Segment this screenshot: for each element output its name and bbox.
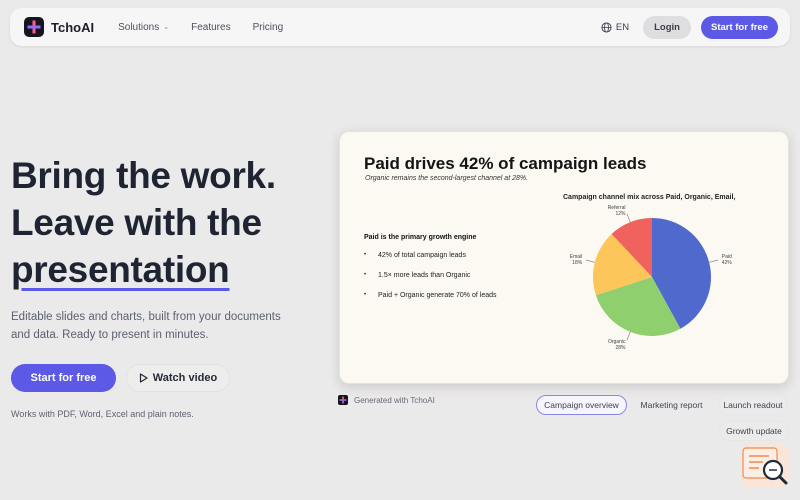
chip-launch-readout[interactable]: Launch readout xyxy=(718,395,788,415)
menu-features[interactable]: Features xyxy=(191,22,230,33)
pie-leader-line xyxy=(626,331,631,341)
slide-title: Paid drives 42% of campaign leads xyxy=(364,154,647,173)
generated-note: Generated with TchoAI xyxy=(338,395,435,405)
brand-name[interactable]: TchoAI xyxy=(51,20,94,35)
menu-solutions-label: Solutions xyxy=(118,21,160,33)
globe-icon xyxy=(601,21,612,33)
bullet-text: Paid + Organic generate 70% of leads xyxy=(378,292,497,299)
hero-title-line1: Bring the work. xyxy=(11,155,276,196)
bullet-text: 1.5× more leads than Organic xyxy=(378,272,471,279)
main-menu: Solutions ⌄ Features Pricing xyxy=(118,22,283,33)
slide-bullets: • 42% of total campaign leads • 1.5× more … xyxy=(364,252,497,312)
chip-marketing-report[interactable]: Marketing report xyxy=(632,395,711,415)
menu-solutions[interactable]: Solutions ⌄ xyxy=(118,22,169,33)
top-nav: TchoAI Solutions ⌄ Features Pricing EN Lo… xyxy=(10,8,790,46)
slide-subtitle: Organic remains the second-largest chann… xyxy=(365,175,529,182)
pie-value-label: 28% xyxy=(615,345,626,351)
pie-value-label: 12% xyxy=(615,211,626,217)
help-widget-icon[interactable] xyxy=(741,444,789,488)
hero-title: Bring the work. Leave with the presentat… xyxy=(11,152,276,293)
list-item: • 1.5× more leads than Organic xyxy=(364,272,497,292)
watch-video-button[interactable]: Watch video xyxy=(126,364,230,392)
start-free-button[interactable]: Start for free xyxy=(11,364,116,392)
menu-pricing[interactable]: Pricing xyxy=(253,22,284,33)
list-item: • Paid + Organic generate 70% of leads xyxy=(364,292,497,312)
nav-actions: EN Login Start for free xyxy=(601,15,778,39)
language-selector[interactable]: EN xyxy=(601,22,629,33)
bullet-icon: • xyxy=(364,292,367,298)
pie-leader-line xyxy=(586,259,595,263)
bullet-icon: • xyxy=(364,252,367,258)
hero-title-line3: presentation xyxy=(11,249,230,290)
hero-title-line2: Leave with the xyxy=(11,202,262,243)
chevron-down-icon: ⌄ xyxy=(163,24,170,31)
works-with-note: Works with PDF, Word, Excel and plain no… xyxy=(11,409,194,419)
hero-subtitle: Editable slides and charts, built from y… xyxy=(11,311,281,341)
play-icon xyxy=(139,373,148,383)
chip-growth-update[interactable]: Growth update xyxy=(719,421,789,441)
slide-heading: Paid is the primary growth engine xyxy=(364,234,477,241)
pie-leader-line xyxy=(709,259,718,263)
login-button[interactable]: Login xyxy=(643,15,691,39)
logo-icon[interactable] xyxy=(24,17,44,37)
start-free-nav-button[interactable]: Start for free xyxy=(700,15,778,39)
language-label: EN xyxy=(615,21,630,33)
bullet-icon: • xyxy=(364,272,367,278)
bullet-text: 42% of total campaign leads xyxy=(378,252,466,259)
watch-video-label: Watch video xyxy=(152,372,218,384)
slide-preview: Paid drives 42% of campaign leads Organi… xyxy=(339,131,789,384)
list-item: • 42% of total campaign leads xyxy=(364,252,497,272)
chip-campaign-overview[interactable]: Campaign overview xyxy=(536,395,627,415)
pie-value-label: 18% xyxy=(572,260,583,266)
pie-chart: Paid42%Organic28%Email18%Referral12% xyxy=(570,205,733,351)
generated-label: Generated with TchoAI xyxy=(354,395,435,405)
logo-small-icon xyxy=(338,395,348,405)
pie-leader-line xyxy=(626,213,631,223)
pie-value-label: 42% xyxy=(722,260,733,266)
